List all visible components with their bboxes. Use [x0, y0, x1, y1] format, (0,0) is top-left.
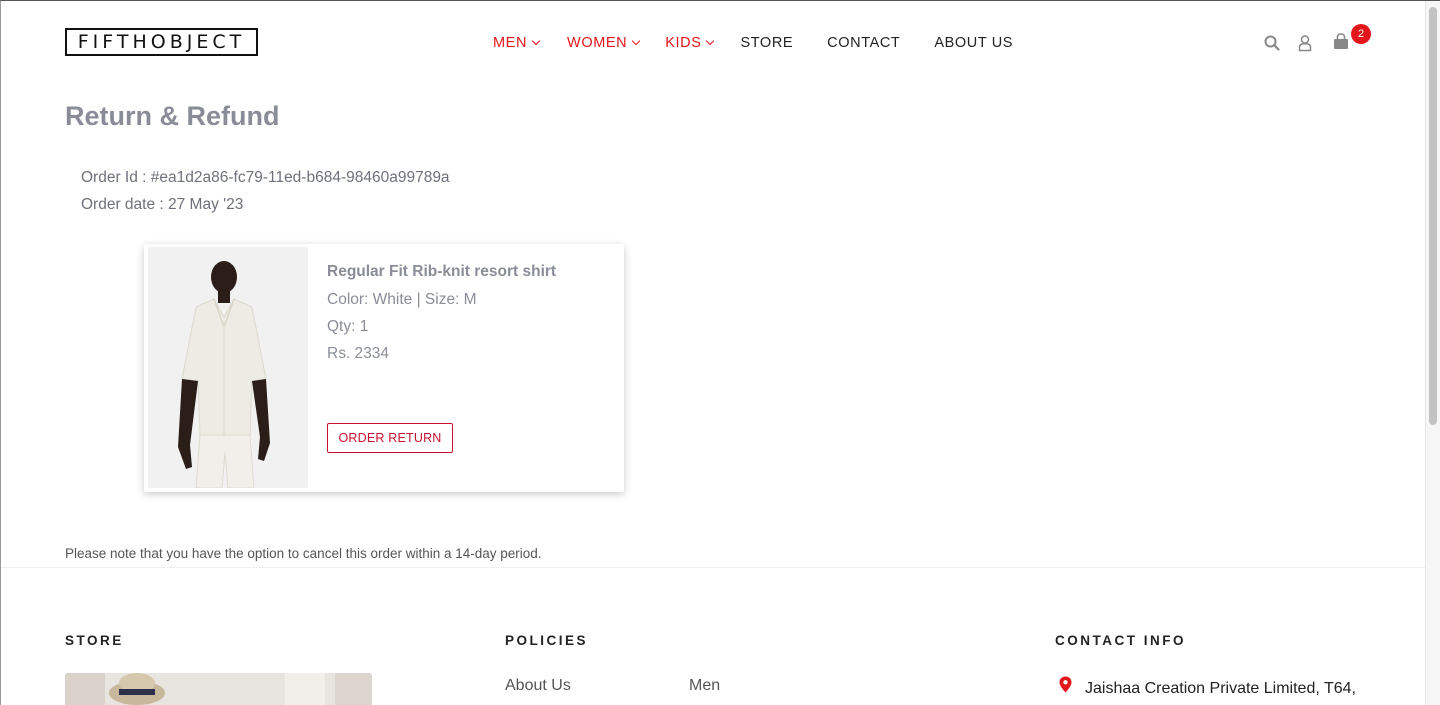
footer-divider: [1, 567, 1426, 568]
site-logo[interactable]: FIFTHOBJECT: [65, 28, 258, 56]
page: FIFTHOBJECT MEN WOMEN KIDS STORE CONTACT…: [0, 0, 1440, 705]
product-price: Rs. 2334: [327, 345, 390, 362]
page-title: Return & Refund: [65, 101, 280, 131]
nav-item-about-us[interactable]: ABOUT US: [934, 35, 1013, 51]
nav-item-contact[interactable]: CONTACT: [827, 35, 900, 51]
cart-count-badge: 2: [1351, 24, 1371, 44]
site-header: FIFTHOBJECT MEN WOMEN KIDS STORE CONTACT…: [1, 1, 1426, 85]
product-name[interactable]: Regular Fit Rib-knit resort shirt: [327, 263, 556, 281]
order-date: Order date : 27 May '23: [81, 196, 244, 213]
nav-item-kids[interactable]: KIDS: [665, 35, 715, 51]
contact-address: Jaishaa Creation Private Limited, T64,: [1085, 680, 1356, 697]
user-icon[interactable]: [1296, 34, 1314, 52]
nav-item-men[interactable]: MEN: [493, 35, 541, 51]
order-id: Order Id : #ea1d2a86-fc79-11ed-b684-9846…: [81, 169, 450, 186]
nav-item-kids-label: KIDS: [665, 35, 702, 51]
store-image[interactable]: [65, 673, 372, 705]
product-quantity: Qty: 1: [327, 318, 369, 335]
footer-link-about-us[interactable]: About Us: [505, 677, 571, 695]
shopping-bag-icon[interactable]: [1332, 32, 1350, 50]
footer-contact-heading: CONTACT INFO: [1055, 633, 1186, 648]
product-attributes: Color: White | Size: M: [327, 291, 477, 308]
search-icon[interactable]: [1263, 34, 1281, 52]
main-nav: MEN WOMEN KIDS STORE CONTACT ABOUT US: [493, 33, 1013, 53]
chevron-down-icon: [706, 36, 715, 45]
footer-policies-heading: POLICIES: [505, 633, 589, 648]
order-item-card: Regular Fit Rib-knit resort shirt Color:…: [144, 244, 624, 492]
footer-link-men[interactable]: Men: [689, 677, 720, 695]
cancellation-notice: Please note that you have the option to …: [65, 546, 542, 561]
nav-item-store[interactable]: STORE: [740, 35, 793, 51]
chevron-down-icon: [531, 36, 541, 45]
order-return-button[interactable]: ORDER RETURN: [327, 423, 453, 453]
location-pin-icon: [1059, 676, 1072, 693]
scrollbar[interactable]: [1425, 1, 1440, 705]
footer-store-heading: STORE: [65, 633, 124, 648]
nav-item-men-label: MEN: [493, 35, 528, 51]
chevron-down-icon: [631, 36, 641, 45]
nav-item-women-label: WOMEN: [567, 35, 628, 51]
scrollbar-thumb[interactable]: [1429, 7, 1437, 425]
nav-item-women[interactable]: WOMEN: [567, 35, 641, 51]
product-image[interactable]: [148, 247, 308, 488]
